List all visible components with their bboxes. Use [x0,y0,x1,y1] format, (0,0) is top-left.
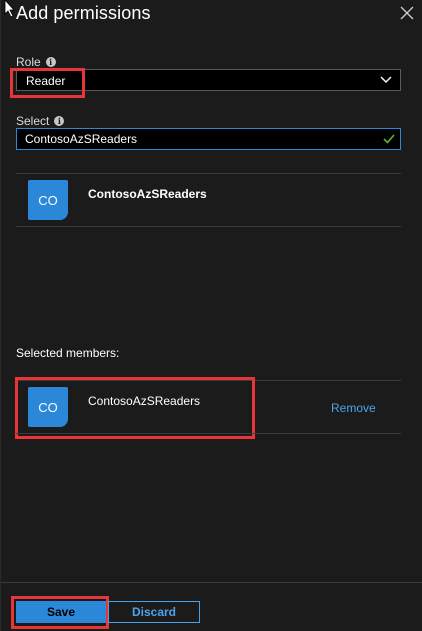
avatar: CO [28,180,68,220]
remove-member-link[interactable]: Remove [331,401,376,415]
select-search-field [16,128,401,150]
chevron-down-icon [380,76,392,83]
role-selected-value: Reader [26,74,66,88]
selected-member-name: ContosoAzSReaders [88,394,201,408]
divider [16,173,401,174]
checkmark-icon [383,134,395,144]
save-button[interactable]: Save [16,601,106,623]
role-label-group: Role i [16,55,56,69]
discard-button[interactable]: Discard [108,601,200,623]
role-label: Role [16,55,41,69]
mouse-cursor-icon [4,0,15,18]
divider [16,226,401,227]
avatar: CO [28,387,68,427]
search-result-name: ContosoAzSReaders [88,187,207,201]
selected-members-label: Selected members: [16,346,120,360]
info-icon[interactable]: i [54,116,65,126]
select-label-group: Select i [16,114,65,128]
role-dropdown[interactable]: Reader [16,69,401,91]
divider [16,380,401,381]
add-permissions-panel: Add permissions Role i Reader Select i C… [0,0,422,631]
select-label: Select [16,114,50,128]
select-search-input[interactable] [17,129,375,149]
panel-title: Add permissions [16,3,151,23]
divider [16,433,401,434]
info-icon[interactable]: i [45,57,56,67]
close-icon[interactable] [400,6,414,20]
footer-divider [1,582,422,583]
